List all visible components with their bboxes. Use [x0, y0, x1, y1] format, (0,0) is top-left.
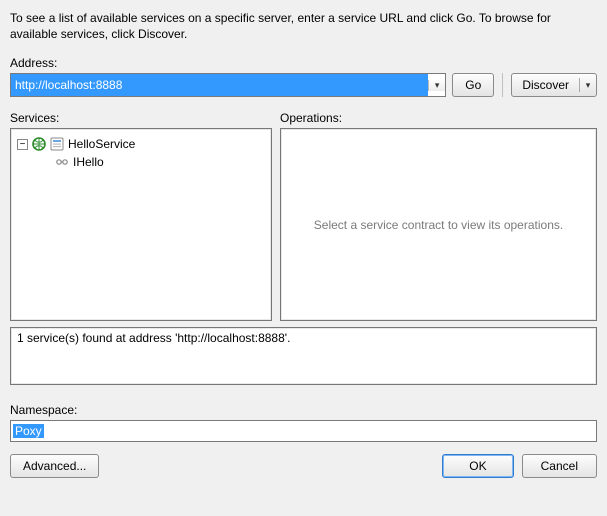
tree-node-label: HelloService: [68, 137, 135, 151]
status-text: 1 service(s) found at address 'http://lo…: [17, 331, 290, 345]
status-box: 1 service(s) found at address 'http://lo…: [10, 327, 597, 385]
service-icon: [50, 137, 64, 151]
cancel-button[interactable]: Cancel: [522, 454, 597, 478]
advanced-button[interactable]: Advanced...: [10, 454, 99, 478]
address-combobox[interactable]: http://localhost:8888 ▾: [10, 73, 446, 97]
tree-node-child[interactable]: IHello: [15, 153, 267, 171]
tree-node-label: IHello: [73, 155, 104, 169]
address-label: Address:: [10, 56, 597, 70]
discover-split-button[interactable]: Discover ▾: [511, 73, 597, 97]
namespace-value[interactable]: Poxy: [13, 424, 44, 438]
operations-empty-text: Select a service contract to view its op…: [281, 129, 596, 320]
discover-dropdown[interactable]: ▾: [580, 80, 596, 91]
intro-text: To see a list of available services on a…: [10, 10, 597, 42]
discover-button[interactable]: Discover: [512, 78, 580, 92]
globe-icon: [32, 137, 46, 151]
contract-icon: [55, 155, 69, 169]
go-button[interactable]: Go: [452, 73, 494, 97]
separator: [502, 73, 503, 97]
address-dropdown-button[interactable]: ▾: [428, 80, 445, 91]
tree-node-root[interactable]: − HelloService: [15, 135, 267, 153]
namespace-label: Namespace:: [10, 403, 597, 417]
ok-button[interactable]: OK: [442, 454, 513, 478]
operations-list[interactable]: Select a service contract to view its op…: [280, 128, 597, 321]
operations-label: Operations:: [280, 111, 597, 125]
tree-collapse-toggle[interactable]: −: [17, 139, 28, 150]
services-tree[interactable]: − HelloService IHello: [10, 128, 272, 321]
namespace-input[interactable]: Poxy: [10, 420, 597, 442]
chevron-down-icon: ▾: [586, 80, 591, 91]
chevron-down-icon: ▾: [435, 80, 440, 91]
services-label: Services:: [10, 111, 272, 125]
address-value[interactable]: http://localhost:8888: [11, 74, 428, 96]
